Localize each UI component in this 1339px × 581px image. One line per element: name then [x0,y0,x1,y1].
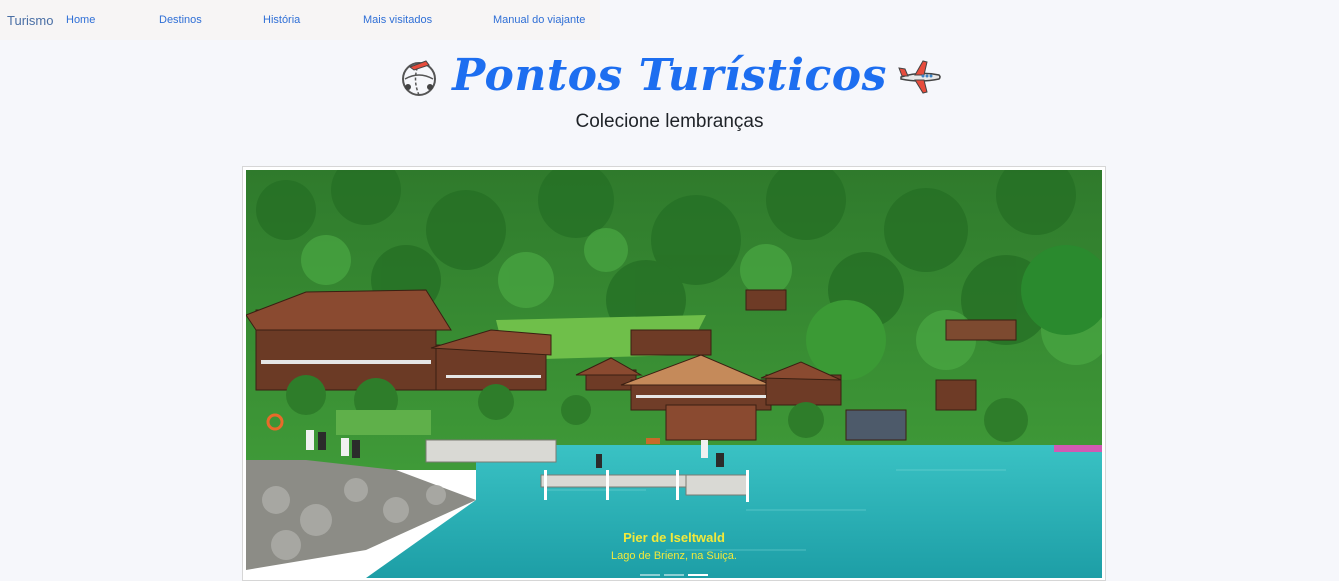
iseltwald-photo [246,170,1102,578]
carousel-slide: Pier de Iseltwald Lago de Brienz, na Sui… [246,170,1102,578]
airplane-icon [897,53,943,99]
carousel-indicator-2[interactable] [664,574,684,576]
image-carousel[interactable]: Pier de Iseltwald Lago de Brienz, na Sui… [242,166,1106,581]
page-title: Pontos Turísticos [452,50,887,101]
navbar: Turismo Home Destinos História Mais visi… [0,0,600,40]
navbar-brand[interactable]: Turismo [7,13,53,28]
carousel-indicators [246,574,1102,576]
carousel-caption: Pier de Iseltwald Lago de Brienz, na Sui… [246,530,1102,562]
page-subtitle: Colecione lembranças [575,111,764,132]
page-header: Pontos Turísticos [0,50,1339,101]
nav-link-manual-do-viajante[interactable]: Manual do viajante [493,14,585,26]
carousel-indicator-3[interactable] [688,574,708,576]
carousel-indicator-1[interactable] [640,574,660,576]
nav-link-historia[interactable]: História [263,14,300,26]
nav-link-home[interactable]: Home [66,14,95,26]
nav-link-mais-visitados[interactable]: Mais visitados [363,14,432,26]
carousel-caption-title: Pier de Iseltwald [623,530,725,545]
carousel-caption-text: Lago de Brienz, na Suiça. [611,550,737,562]
globe-travel-icon [396,53,442,99]
nav-link-destinos[interactable]: Destinos [159,14,202,26]
